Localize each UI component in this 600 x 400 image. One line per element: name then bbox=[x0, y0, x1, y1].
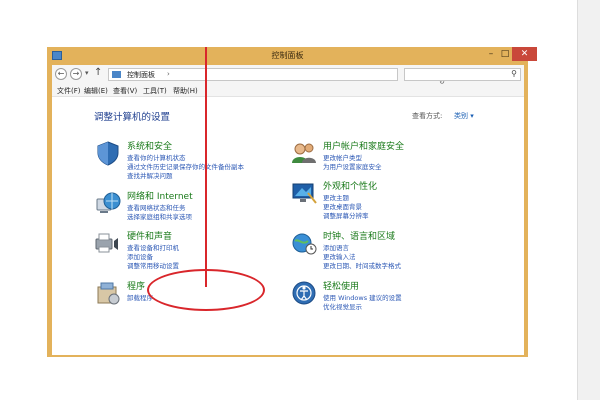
search-icon[interactable]: ⚲ bbox=[511, 69, 517, 78]
menu-view[interactable]: 查看(V) bbox=[113, 86, 137, 96]
menu-tools[interactable]: 工具(T) bbox=[143, 86, 167, 96]
category-title[interactable]: 程序 bbox=[127, 279, 145, 292]
view-by-dropdown[interactable]: 类别 ▾ bbox=[454, 111, 474, 121]
annotation-line bbox=[205, 47, 207, 287]
ease-of-access-icon[interactable] bbox=[290, 279, 318, 307]
content-area: 调整计算机的设置 查看方式: 类别 ▾ 系统和安全 查看你的计算机状态 通过文件… bbox=[52, 97, 524, 355]
menu-edit[interactable]: 编辑(E) bbox=[84, 86, 108, 96]
shield-icon[interactable] bbox=[94, 139, 122, 167]
category-title[interactable]: 系统和安全 bbox=[127, 139, 172, 152]
category-title[interactable]: 网络和 Internet bbox=[127, 189, 193, 202]
maximize-button[interactable]: □ bbox=[498, 47, 512, 61]
appearance-monitor-icon[interactable] bbox=[290, 179, 318, 207]
minimize-button[interactable]: – bbox=[484, 47, 498, 61]
users-icon[interactable] bbox=[290, 139, 318, 167]
recent-locations-dropdown-icon[interactable]: ▾ bbox=[85, 69, 89, 77]
back-button[interactable]: ← bbox=[55, 68, 67, 80]
category-title[interactable]: 外观和个性化 bbox=[323, 179, 377, 192]
category-link[interactable]: 优化视觉显示 bbox=[323, 301, 362, 311]
category-title[interactable]: 硬件和声音 bbox=[127, 229, 172, 242]
category-link[interactable]: 更改日期、时间或数字格式 bbox=[323, 260, 401, 270]
network-globe-icon[interactable] bbox=[94, 189, 122, 217]
close-button[interactable]: ✕ bbox=[512, 47, 537, 61]
page-title: 调整计算机的设置 bbox=[94, 112, 171, 123]
menu-help[interactable]: 帮助(H) bbox=[173, 86, 198, 96]
breadcrumb-chevron-icon[interactable]: › bbox=[167, 70, 170, 78]
category-title[interactable]: 时钟、语言和区域 bbox=[323, 229, 395, 242]
breadcrumb-control-panel[interactable]: 控制面板 bbox=[127, 70, 155, 80]
window-title: 控制面板 bbox=[271, 51, 304, 60]
page-scrollbar-gutter bbox=[577, 0, 600, 400]
title-bar: 控制面板 – □ ✕ bbox=[47, 47, 537, 65]
forward-button[interactable]: → bbox=[70, 68, 82, 80]
category-link[interactable]: 为用户设置家庭安全 bbox=[323, 161, 382, 171]
control-panel-window: 控制面板 – □ ✕ ← → ▾ ↑ 控制面板 › ▾ ↻ ⚲ 文件(F) 编辑… bbox=[47, 47, 537, 357]
search-input[interactable]: ⚲ bbox=[404, 68, 521, 81]
programs-icon[interactable] bbox=[94, 279, 122, 307]
category-link[interactable]: 调整屏幕分辨率 bbox=[323, 210, 369, 220]
clock-globe-icon[interactable] bbox=[290, 229, 318, 257]
up-arrow-icon[interactable]: ↑ bbox=[94, 67, 102, 78]
address-field[interactable]: 控制面板 › ▾ ↻ bbox=[108, 68, 445, 86]
address-toolbar: ← → ▾ ↑ 控制面板 › ▾ ↻ ⚲ bbox=[52, 65, 524, 86]
control-panel-breadcrumb-icon bbox=[112, 71, 121, 78]
view-by-label: 查看方式: bbox=[412, 112, 443, 120]
category-title[interactable]: 轻松使用 bbox=[323, 279, 359, 292]
printer-speaker-icon[interactable] bbox=[94, 229, 122, 257]
menu-file[interactable]: 文件(F) bbox=[57, 86, 81, 96]
annotation-circle bbox=[147, 269, 265, 311]
category-title[interactable]: 用户帐户和家庭安全 bbox=[323, 139, 404, 152]
category-link[interactable]: 调整常用移动设置 bbox=[127, 260, 179, 270]
category-link[interactable]: 查找并解决问题 bbox=[127, 170, 173, 180]
menu-bar: 文件(F) 编辑(E) 查看(V) 工具(T) 帮助(H) bbox=[52, 84, 524, 97]
category-link[interactable]: 选择家庭组和共享选项 bbox=[127, 211, 192, 221]
